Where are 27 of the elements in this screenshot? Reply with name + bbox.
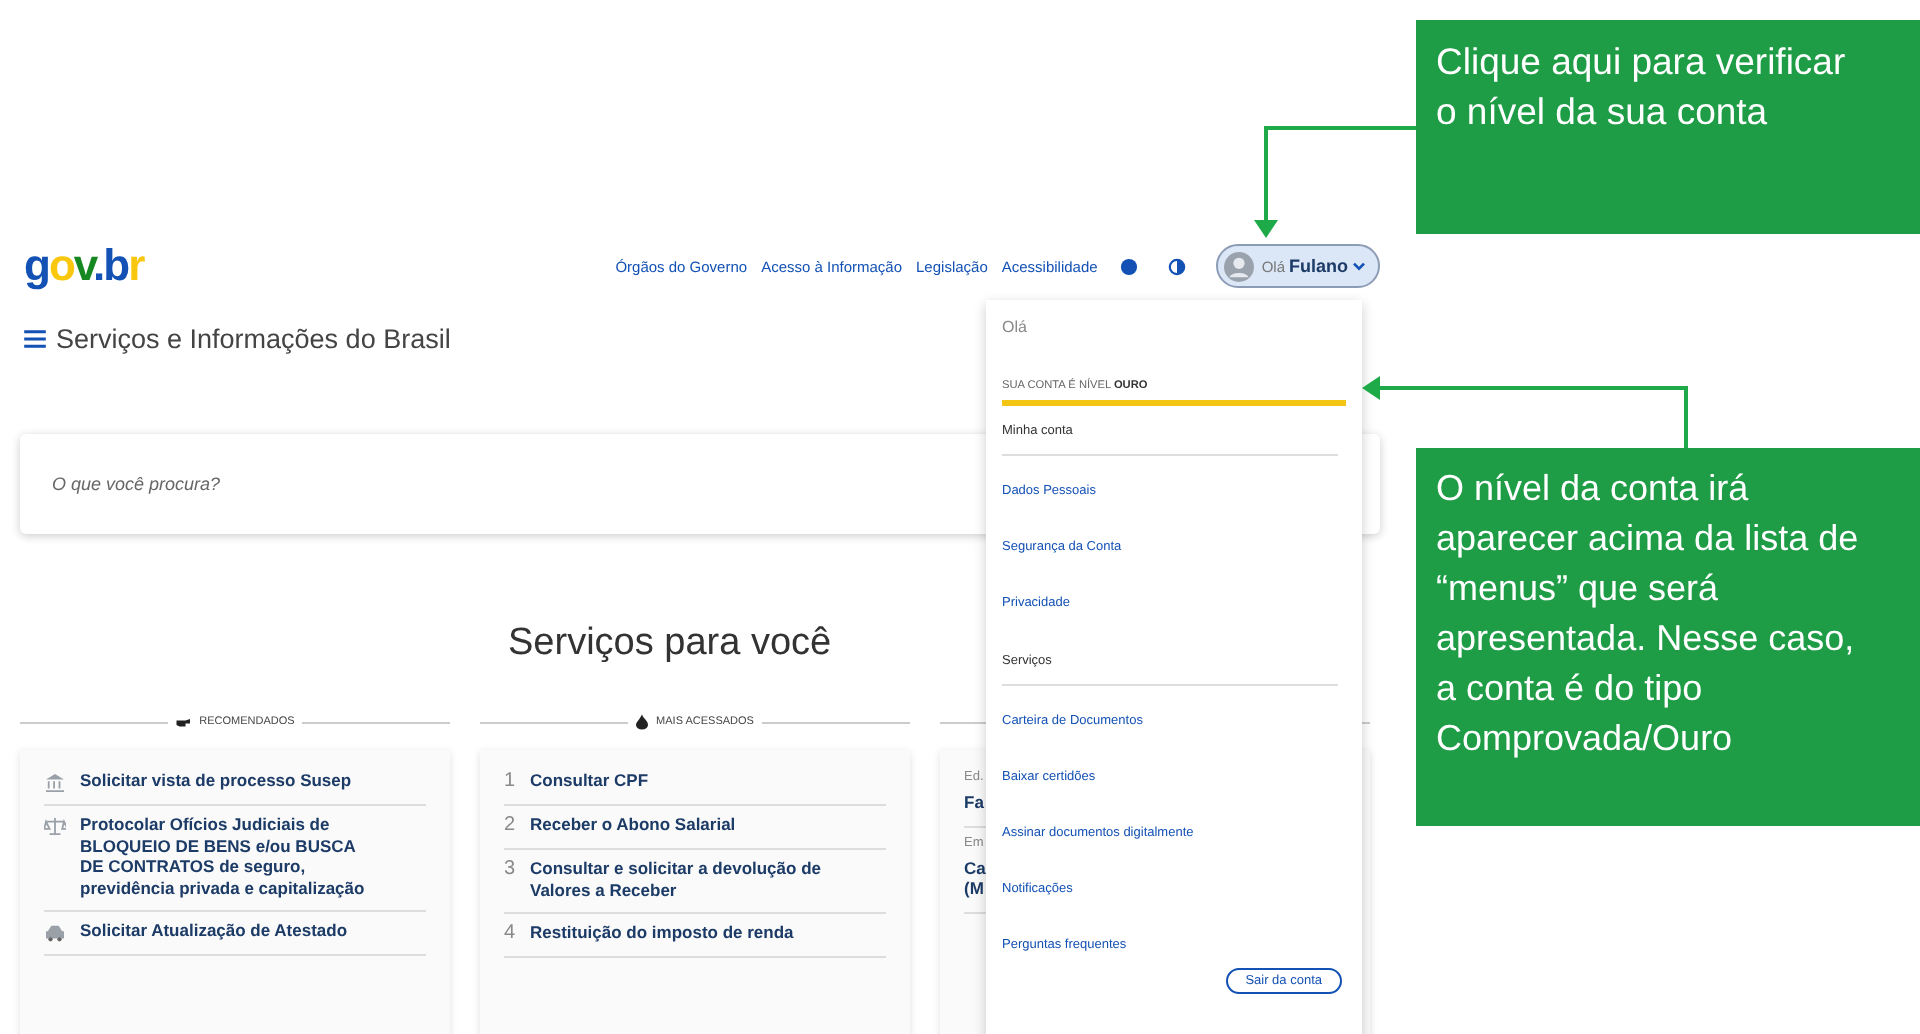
site-title: Serviços e Informações do Brasil (56, 324, 451, 354)
flame-icon (636, 714, 649, 730)
service-link[interactable]: Consultar e solicitar a devolução de Valores a Receber (530, 858, 860, 900)
service-link[interactable]: Solicitar vista de processo Susep (80, 770, 352, 791)
scale-icon (44, 818, 66, 836)
service-link[interactable]: Restituição do imposto de renda (530, 922, 794, 943)
service-link[interactable]: Receber o Abono Salarial (530, 814, 736, 835)
service-link[interactable]: Fa (964, 792, 988, 813)
service-link[interactable]: Protocolar Ofícios Judiciais de BLOQUEIO DE BENS e/ou BUSCA DE CONTRATOS de seguro, previdência privada e capitalização (80, 814, 380, 898)
callout-box: O nível da conta irá aparecer acima da lista de “menus” que será apresentada. Nesse caso, a conta é do tipo Comprovada/Ouro (1416, 448, 1920, 826)
rank-number: 4 (504, 922, 516, 944)
greeting-text: Olá (1002, 318, 1029, 336)
contrast-icon[interactable] (1167, 257, 1186, 275)
rank-number: 2 (504, 814, 516, 836)
building-icon (44, 774, 66, 792)
section-title: Serviços para você (508, 622, 832, 666)
service-link[interactable]: Ca (M (964, 857, 988, 899)
service-link[interactable]: Solicitar Atualização de Atestado (80, 920, 348, 941)
service-link[interactable]: Consultar CPF (530, 770, 649, 791)
chevron-down-icon (1352, 261, 1366, 271)
rank-number: 1 (504, 770, 516, 792)
avatar-icon (1223, 251, 1254, 281)
car-icon (44, 924, 66, 942)
menu-icon[interactable] (24, 330, 46, 348)
rank-number: 3 (504, 858, 516, 880)
callout-box: Clique aqui para verificar o nível da sua conta (1416, 20, 1920, 234)
gov-logo[interactable]: gov.br (24, 240, 144, 292)
